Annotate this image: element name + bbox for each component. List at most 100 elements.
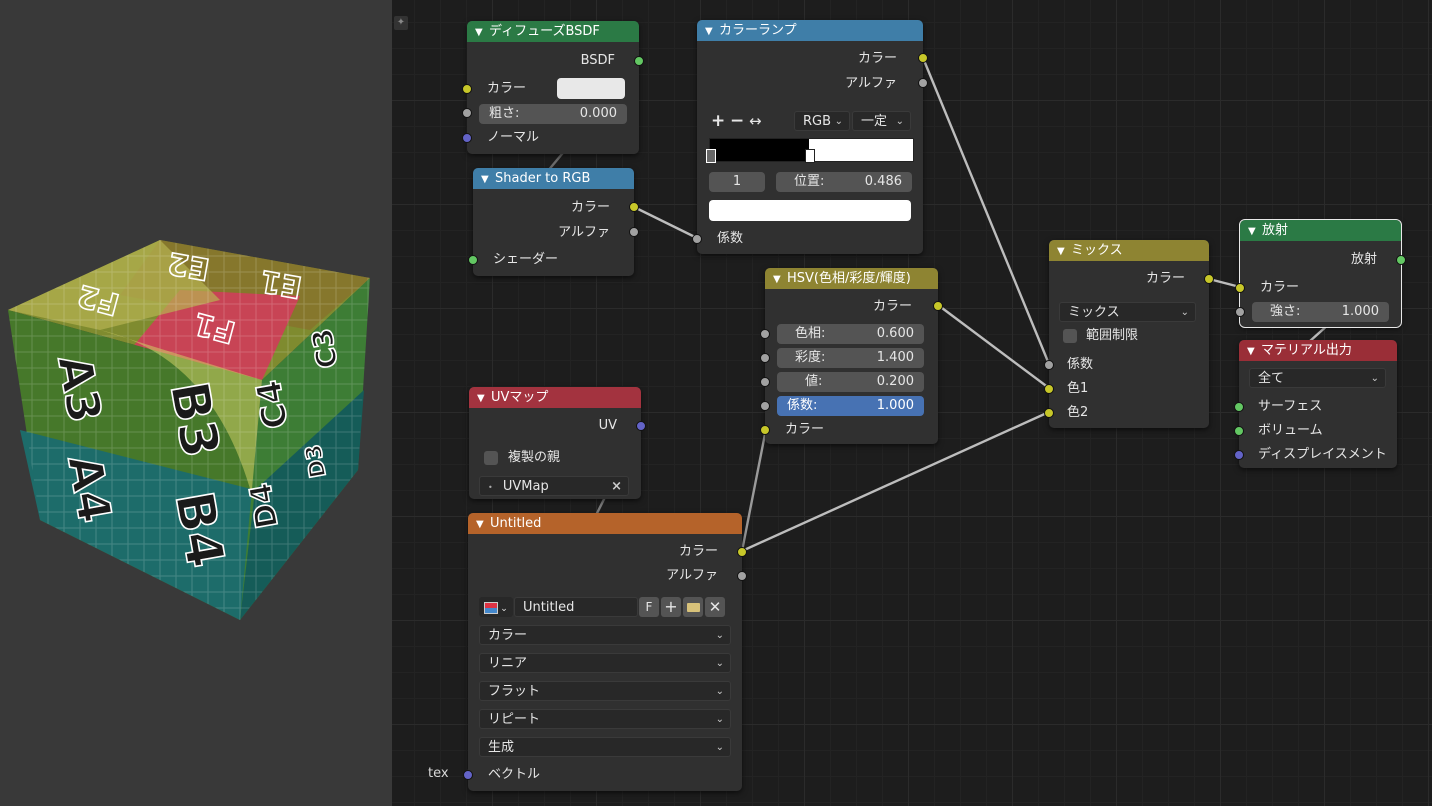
output-label: アルファ [558, 225, 610, 240]
fac-input-socket[interactable] [1044, 360, 1054, 370]
collapse-icon[interactable]: ▼ [705, 21, 719, 41]
vector-input-socket[interactable] [463, 770, 473, 780]
collapse-icon[interactable]: ▼ [1057, 241, 1071, 261]
from-instancer-checkbox[interactable] [484, 451, 498, 465]
target-select[interactable]: 全て ⌄ [1249, 368, 1386, 388]
hue-field[interactable]: 色相: 0.600 [777, 324, 924, 344]
color-ramp-node[interactable]: ▼ カラーランプ カラー アルファ + − ↔ RGB ⌄ 一定 ⌄ 1 位置: 0.4… [692, 20, 928, 254]
node-title: HSV(色相/彩度/輝度) [787, 271, 911, 286]
collapse-icon[interactable]: ▼ [773, 269, 787, 289]
output-label: アルファ [666, 568, 718, 583]
stop-color-swatch[interactable] [709, 200, 911, 221]
collapse-icon[interactable]: ▼ [476, 514, 490, 534]
add-stop-button[interactable]: + [711, 112, 725, 130]
surface-label: サーフェス [1258, 399, 1323, 414]
color-ramp-gradient[interactable] [706, 138, 914, 163]
color-output-socket[interactable] [918, 53, 928, 63]
value-input-socket[interactable] [760, 377, 770, 387]
3d-viewport[interactable]: E2 E1 F2 F1 A3 A4 B3 B4 C4 D4 C3 D3 [0, 0, 392, 806]
collapse-icon[interactable]: ▼ [477, 388, 491, 408]
projection-select[interactable]: フラット ⌄ [479, 681, 731, 701]
displacement-input-socket[interactable] [1234, 450, 1244, 460]
node-title: UVマップ [491, 390, 549, 405]
node-editor[interactable]: ✦ ✦ ▼ディフューズBSDF BSDF カラー 粗さ:0.000 ノーマル ▼… [392, 0, 1432, 806]
color-input-socket[interactable] [462, 84, 472, 94]
fac-label: 係数 [717, 231, 744, 246]
alpha-output-socket[interactable] [629, 227, 639, 237]
emission-output-socket[interactable] [1396, 255, 1406, 265]
image-name-field[interactable]: Untitled [514, 597, 638, 617]
face-label: A4 [57, 451, 122, 527]
fac-input-socket[interactable] [760, 401, 770, 411]
collapse-icon[interactable]: ▼ [1248, 221, 1262, 241]
color-input-socket[interactable] [760, 425, 770, 435]
fac-field[interactable]: 係数: 1.000 [777, 396, 924, 416]
hsv-node[interactable]: ▼ HSV(色相/彩度/輝度) カラー 色相: 0.600 彩度: 1.400 値: 0… [760, 268, 943, 444]
color-input-socket[interactable] [1235, 283, 1245, 293]
strength-field[interactable]: 強さ: 1.000 [1252, 302, 1389, 322]
uv-output-socket[interactable] [636, 421, 646, 431]
color1-input-socket[interactable] [1044, 384, 1054, 394]
bsdf-output-socket[interactable] [634, 56, 644, 66]
remove-stop-button[interactable]: − [730, 112, 744, 130]
position-field[interactable]: 位置: 0.486 [776, 172, 912, 192]
stop-index-field[interactable]: 1 [709, 172, 765, 192]
node-title: ミックス [1071, 243, 1123, 258]
normal-input-socket[interactable] [462, 133, 472, 143]
interpolation-select[interactable]: リニア ⌄ [479, 653, 731, 673]
mix-node[interactable]: ▼ ミックス カラー ミックス ⌄ 範囲制限 係数 色1 色2 [1044, 240, 1214, 428]
color-space-select[interactable]: カラー ⌄ [479, 625, 731, 645]
collapse-icon[interactable]: ▼ [481, 169, 495, 189]
color-swatch[interactable] [557, 78, 625, 99]
saturation-field[interactable]: 彩度: 1.400 [777, 348, 924, 368]
new-image-icon[interactable]: + [661, 597, 681, 617]
material-output-node[interactable]: ▼ マテリアル出力 全て ⌄ サーフェス ボリューム ディスプレイスメント [1234, 340, 1397, 468]
color-label: カラー [487, 81, 527, 96]
open-folder-icon[interactable] [683, 597, 703, 617]
fac-input-socket[interactable] [692, 234, 702, 244]
flip-ramp-button[interactable]: ↔ [749, 112, 762, 130]
volume-input-socket[interactable] [1234, 426, 1244, 436]
alpha-output-socket[interactable] [918, 78, 928, 88]
shader-input-socket[interactable] [468, 255, 478, 265]
ramp-stop-handle[interactable] [706, 149, 716, 163]
color2-input-socket[interactable] [1044, 408, 1054, 418]
source-select[interactable]: 生成 ⌄ [479, 737, 731, 757]
color-output-socket[interactable] [737, 547, 747, 557]
unlink-icon[interactable]: ✕ [705, 597, 725, 617]
collapse-icon[interactable]: ▼ [475, 22, 489, 42]
strength-input-socket[interactable] [1235, 307, 1245, 317]
blend-type-select[interactable]: ミックス ⌄ [1059, 302, 1196, 322]
color-mode-select[interactable]: RGB ⌄ [794, 111, 850, 131]
extension-select[interactable]: リピート ⌄ [479, 709, 731, 729]
uv-map-select[interactable]: • UVMap × [479, 476, 629, 496]
surface-input-socket[interactable] [1234, 402, 1244, 412]
alpha-output-socket[interactable] [737, 571, 747, 581]
color-output-socket[interactable] [933, 301, 943, 311]
clamp-checkbox[interactable] [1063, 329, 1077, 343]
value-field[interactable]: 値: 0.200 [777, 372, 924, 392]
roughness-field[interactable]: 粗さ: 0.000 [479, 104, 627, 124]
image-texture-node[interactable]: ▼ Untitled カラー アルファ ⌄ Untitled F + ✕ カラー ⌄… [463, 513, 747, 791]
diffuse-bsdf-node[interactable]: ▼ ディフューズBSDF BSDF カラー 粗さ: 0.000 ノーマル [462, 21, 644, 154]
fake-user-button[interactable]: F [639, 597, 659, 617]
node-title: Untitled [490, 516, 542, 531]
color-output-socket[interactable] [629, 202, 639, 212]
shader-to-rgb-node[interactable]: ▼ Shader to RGB カラー アルファ シェーダー [468, 168, 639, 276]
output-label: アルファ [845, 76, 897, 91]
hue-input-socket[interactable] [760, 329, 770, 339]
emission-node[interactable]: ▼ 放射 放射 カラー 強さ: 1.000 [1235, 219, 1406, 328]
roughness-input-socket[interactable] [462, 108, 472, 118]
uv-map-node[interactable]: ▼ UVマップ UV 複製の親 • UVMap × [469, 387, 646, 499]
uv-map-icon: • [488, 483, 493, 492]
ramp-stop-handle-active[interactable] [805, 149, 815, 163]
interpolation-select[interactable]: 一定 ⌄ [852, 111, 911, 131]
frame-label: tex [428, 766, 449, 781]
collapse-icon[interactable]: ▼ [1247, 341, 1261, 361]
image-browse-button[interactable]: ⌄ [479, 597, 513, 617]
image-icon [484, 601, 499, 614]
clear-icon[interactable]: × [611, 477, 622, 497]
saturation-input-socket[interactable] [760, 353, 770, 363]
color-output-socket[interactable] [1204, 274, 1214, 284]
ramp-black-segment [710, 139, 809, 161]
